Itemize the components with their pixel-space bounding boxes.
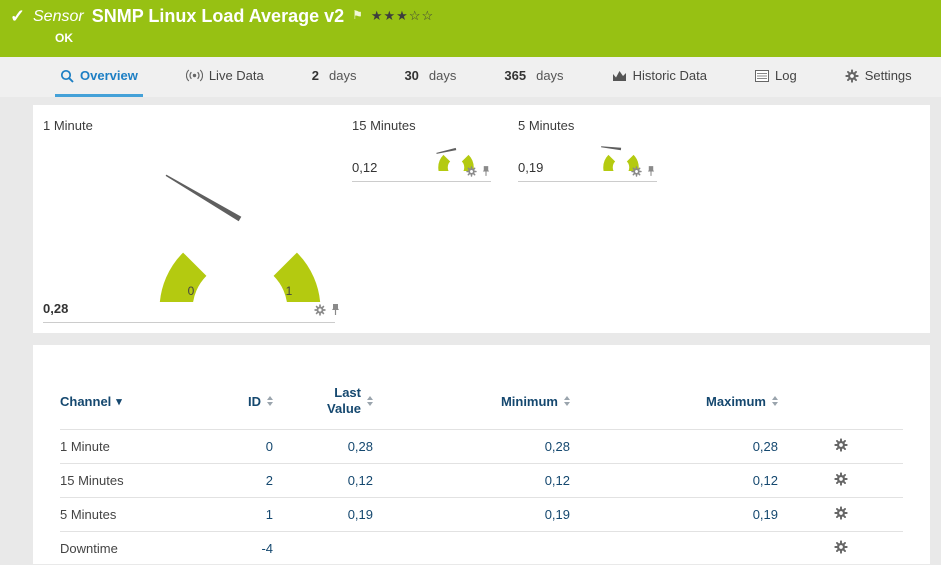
sensor-header: ✓ Sensor SNMP Linux Load Average v2 ⚑ ★★…	[0, 0, 941, 57]
column-header-channel[interactable]: Channel ▾	[60, 373, 205, 430]
tab-label: days	[329, 68, 356, 83]
overview-icon	[60, 69, 74, 83]
table-row: 1 Minute 0 0,28 0,28 0,28	[60, 430, 903, 464]
channel-settings-gear-icon[interactable]	[834, 472, 848, 486]
gauge-15min-label: 15 Minutes	[352, 118, 416, 133]
tab-bar: Overview Live Data 2 days 30 days 365 da…	[0, 57, 941, 97]
gauge-gear-icon[interactable]	[466, 166, 477, 177]
gauge-pin-icon[interactable]	[331, 303, 340, 316]
gauge-1min-label: 1 Minute	[43, 118, 93, 133]
tab-label: days	[536, 68, 563, 83]
gauge-gear-icon[interactable]	[314, 304, 326, 316]
object-kind-label: Sensor	[33, 6, 84, 26]
tab-live-data[interactable]: Live Data	[181, 57, 269, 97]
tab-label: Live Data	[209, 68, 264, 83]
gauge-gear-icon[interactable]	[631, 166, 642, 177]
gauge-5min-label: 5 Minutes	[518, 118, 574, 133]
page-title: SNMP Linux Load Average v2	[92, 6, 344, 27]
column-header-last-value[interactable]: Last Value	[273, 373, 373, 430]
table-row: 15 Minutes 2 0,12 0,12 0,12	[60, 464, 903, 498]
channel-last-value: 0,19	[273, 498, 373, 532]
table-row: 5 Minutes 1 0,19 0,19 0,19	[60, 498, 903, 532]
gauge-pin-icon[interactable]	[482, 165, 490, 177]
channel-maximum: 0,28	[570, 430, 778, 464]
channel-minimum	[373, 532, 570, 565]
gauge-1min-value: 0,28	[43, 301, 68, 316]
gauge-scale-max: 1	[286, 284, 293, 298]
channel-minimum: 0,19	[373, 498, 570, 532]
channel-name: 5 Minutes	[60, 498, 205, 532]
channel-id: 0	[205, 430, 273, 464]
gauge-pin-icon[interactable]	[647, 165, 655, 177]
sort-icon	[772, 396, 778, 406]
channels-panel: Channel ▾ ID Last Value	[33, 345, 930, 564]
channel-settings-gear-icon[interactable]	[834, 540, 848, 554]
tab-settings[interactable]: Settings	[840, 57, 917, 97]
column-header-actions	[778, 373, 903, 430]
live-data-icon	[186, 69, 203, 82]
column-header-id[interactable]: ID	[205, 373, 273, 430]
channel-id: 1	[205, 498, 273, 532]
channel-last-value: 0,12	[273, 464, 373, 498]
status-check-icon: ✓	[10, 6, 25, 27]
gauge-scale-min: 0	[188, 284, 195, 298]
priority-stars[interactable]: ★★★☆☆	[371, 6, 434, 24]
priority-flag-icon[interactable]: ⚑	[352, 6, 363, 22]
tab-30-days[interactable]: 30 days	[399, 57, 461, 97]
tab-number: 365	[504, 68, 526, 83]
tab-number: 30	[404, 68, 418, 83]
settings-gear-icon	[845, 69, 859, 83]
table-row: Downtime -4	[60, 532, 903, 565]
channel-name: 15 Minutes	[60, 464, 205, 498]
tab-log[interactable]: Log	[750, 57, 802, 97]
gauge-5min-value: 0,19	[518, 160, 543, 175]
channel-last-value: 0,28	[273, 430, 373, 464]
sort-desc-icon: ▾	[116, 395, 122, 408]
channel-minimum: 0,12	[373, 464, 570, 498]
column-header-minimum[interactable]: Minimum	[373, 373, 570, 430]
gauges-panel: 1 Minute 0 1 0,28 15 Minutes 0,12 5 Minu…	[33, 105, 930, 333]
log-icon	[755, 70, 769, 82]
channel-id: -4	[205, 532, 273, 565]
historic-data-icon	[612, 70, 627, 82]
tab-label: days	[429, 68, 456, 83]
tab-2-days[interactable]: 2 days	[307, 57, 362, 97]
tab-label: Historic Data	[633, 68, 707, 83]
tab-label: Settings	[865, 68, 912, 83]
channel-id: 2	[205, 464, 273, 498]
gauge-1min-dial: 0 1	[145, 127, 335, 302]
channel-name: 1 Minute	[60, 430, 205, 464]
tab-number: 2	[312, 68, 319, 83]
channel-maximum: 0,19	[570, 498, 778, 532]
channel-maximum	[570, 532, 778, 565]
channel-maximum: 0,12	[570, 464, 778, 498]
channel-settings-gear-icon[interactable]	[834, 438, 848, 452]
column-header-maximum[interactable]: Maximum	[570, 373, 778, 430]
tab-label: Overview	[80, 68, 138, 83]
channel-last-value	[273, 532, 373, 565]
tab-overview[interactable]: Overview	[55, 57, 143, 97]
sensor-title-row: Sensor SNMP Linux Load Average v2 ⚑ ★★★☆…	[33, 6, 434, 27]
gauge-15min-value: 0,12	[352, 160, 377, 175]
tab-historic-data[interactable]: Historic Data	[607, 57, 712, 97]
status-badge: OK	[55, 31, 73, 45]
channel-settings-gear-icon[interactable]	[834, 506, 848, 520]
tab-label: Log	[775, 68, 797, 83]
tab-365-days[interactable]: 365 days	[499, 57, 568, 97]
channels-table: Channel ▾ ID Last Value	[60, 373, 903, 565]
channel-name: Downtime	[60, 532, 205, 565]
table-header-row: Channel ▾ ID Last Value	[60, 373, 903, 430]
channel-minimum: 0,28	[373, 430, 570, 464]
